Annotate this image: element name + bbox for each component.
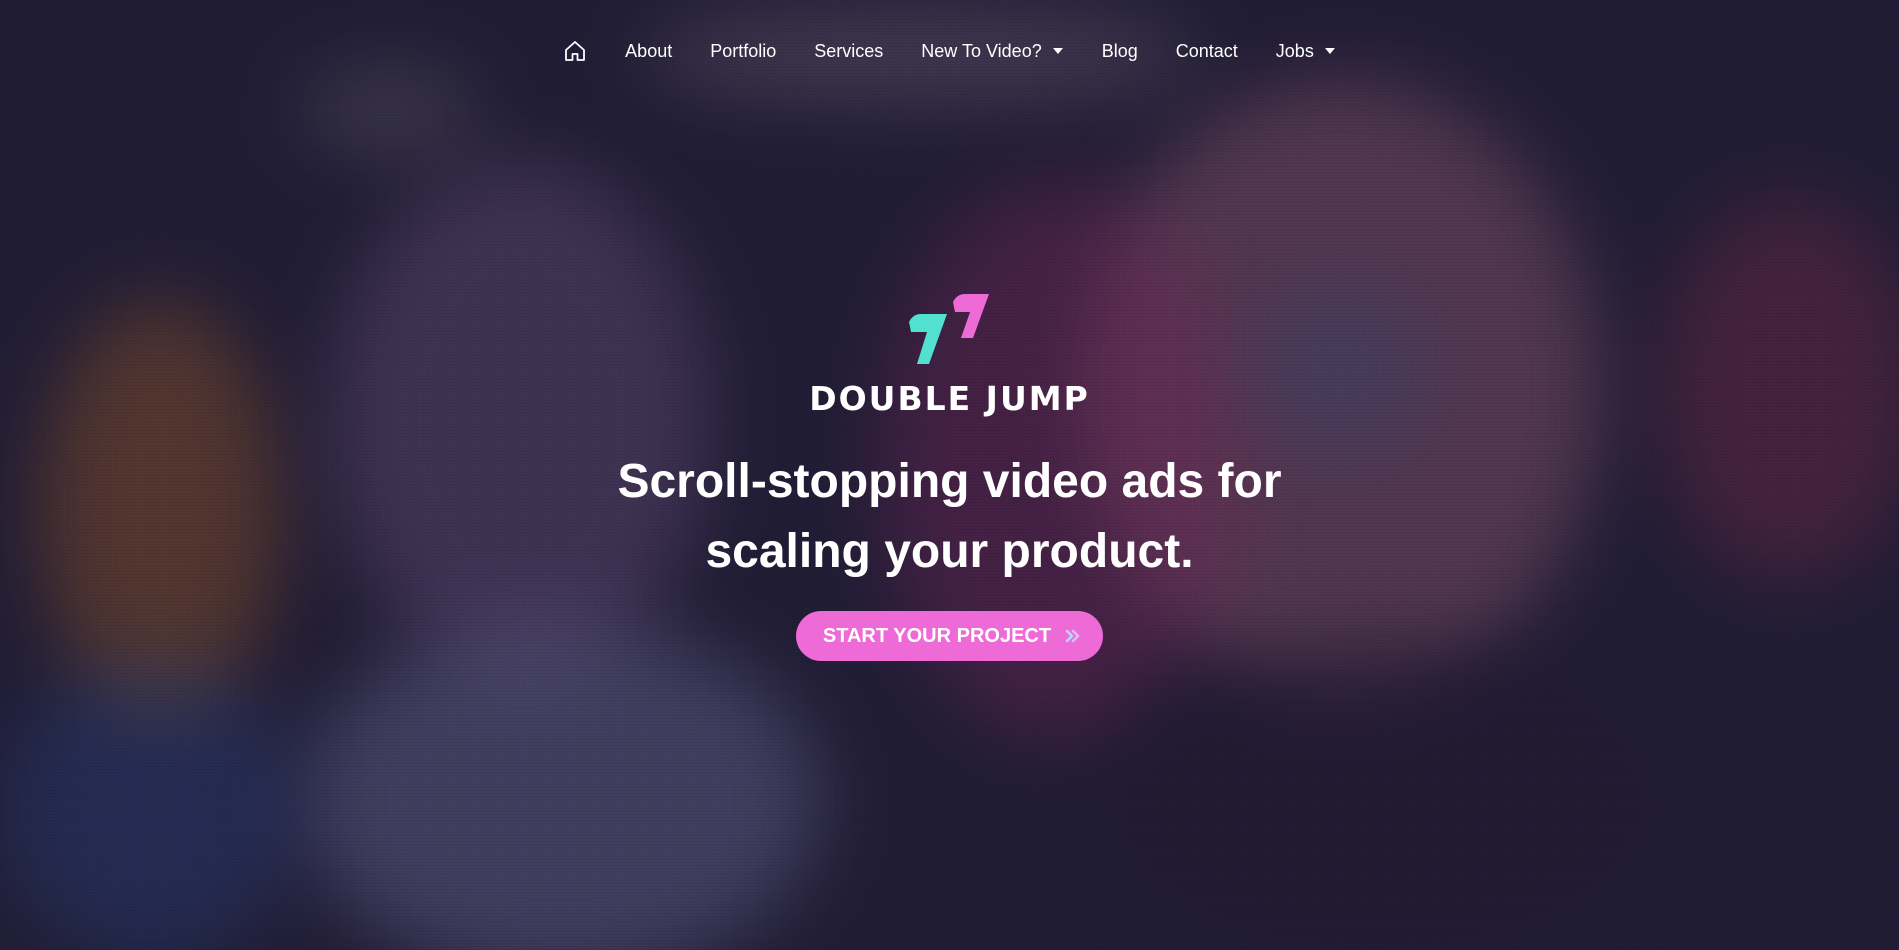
nav-contact-link[interactable]: Contact: [1176, 41, 1238, 62]
hero-headline-line1: Scroll-stopping video ads for: [617, 455, 1282, 508]
nav-portfolio-link[interactable]: Portfolio: [710, 41, 776, 62]
brand-wordmark: DOUBLE JUMP: [809, 379, 1090, 418]
nav-portfolio-label: Portfolio: [710, 40, 777, 61]
start-your-project-label: START YOUR PROJECT: [822, 624, 1052, 647]
hero-headline: Scroll-stopping video ads for scaling yo…: [570, 447, 1330, 587]
nav-blog-label: Blog: [1101, 40, 1138, 61]
home-icon: [565, 41, 586, 61]
nav-contact-label: Contact: [1175, 40, 1238, 61]
nav-jobs-dropdown[interactable]: Jobs: [1276, 41, 1336, 62]
hero-section: About Portfolio Services New To Video? B…: [0, 0, 1899, 950]
hero-content: DOUBLE JUMP Scroll-stopping video ads fo…: [0, 292, 1899, 661]
main-navigation: About Portfolio Services New To Video? B…: [0, 30, 1899, 72]
caret-down-icon: [1052, 48, 1063, 54]
caret-down-icon: [1324, 48, 1335, 54]
hero-headline-line2: scaling your product.: [705, 525, 1194, 578]
nav-about-link[interactable]: About: [625, 41, 672, 62]
double-jump-logo-icon[interactable]: [905, 292, 995, 368]
nav-home-link[interactable]: [563, 39, 587, 63]
nav-menu: About Portfolio Services New To Video? B…: [563, 39, 1336, 63]
nav-services-link[interactable]: Services: [814, 41, 883, 62]
nav-about-label: About: [625, 40, 673, 61]
nav-blog-link[interactable]: Blog: [1102, 41, 1138, 62]
nav-new-to-video-dropdown[interactable]: New To Video?: [921, 41, 1063, 62]
nav-services-label: Services: [814, 40, 884, 61]
double-chevron-right-icon: [1065, 629, 1080, 643]
start-your-project-button[interactable]: START YOUR PROJECT: [795, 611, 1104, 661]
nav-jobs-label: Jobs: [1275, 40, 1314, 61]
nav-new-to-video-label: New To Video?: [921, 40, 1042, 61]
